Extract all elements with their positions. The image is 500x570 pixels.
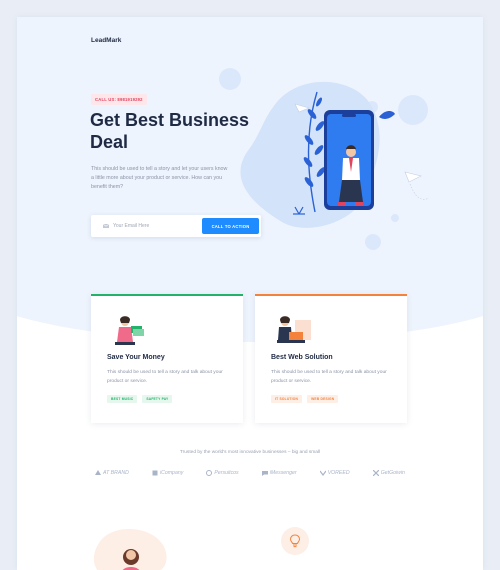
site-logo[interactable]: LeadMark bbox=[91, 37, 121, 44]
brand-logo[interactable]: GetGoiwin bbox=[372, 470, 405, 476]
brand-logo[interactable]: iMessenger bbox=[261, 470, 297, 476]
brand-name: iMessenger bbox=[269, 470, 297, 476]
brand-name: AT BRAND bbox=[103, 470, 129, 476]
tag-badge[interactable]: SAFETY PAY bbox=[142, 395, 173, 403]
card-text: This should be used to tell a story and … bbox=[107, 370, 223, 384]
brand-mark-icon bbox=[261, 471, 268, 476]
feature-card-save-money[interactable]: Save Your Money This should be used to t… bbox=[91, 294, 243, 423]
decor-circle bbox=[391, 214, 399, 222]
call-us-badge: CALL US: 8981919292 bbox=[91, 94, 147, 105]
email-input[interactable] bbox=[113, 223, 195, 229]
feature-card-web-solution[interactable]: Best Web Solution This should be used to… bbox=[255, 294, 407, 423]
landing-page: LeadMark CALL US: 8981919292 Get Best Bu… bbox=[17, 17, 483, 570]
brand-name: iCompany bbox=[159, 470, 184, 476]
card-tags: IT SOLUTION WEB DESIGN bbox=[271, 395, 339, 403]
bulb-icon-circle bbox=[281, 527, 309, 555]
brand-logo[interactable]: VOREED bbox=[319, 470, 350, 476]
mail-icon bbox=[103, 224, 109, 228]
person-with-laptop-illustration bbox=[277, 316, 311, 343]
brand-name: VOREED bbox=[327, 470, 350, 476]
trusted-by-text: Trusted by the world's most innovative b… bbox=[179, 450, 321, 455]
tag-badge[interactable]: BEST MUSIC bbox=[107, 395, 138, 403]
card-title: Best Web Solution bbox=[271, 354, 333, 361]
brand-mark-icon bbox=[152, 470, 158, 476]
brand-logos: AT BRAND iCompany Persuitcos iMessenger … bbox=[95, 470, 405, 476]
phone-illustration bbox=[219, 68, 430, 250]
bottom-illustration bbox=[94, 529, 167, 570]
brand-mark-icon bbox=[319, 470, 326, 476]
paper-plane bbox=[404, 171, 422, 183]
tag-badge[interactable]: IT SOLUTION bbox=[271, 395, 303, 403]
brand-name: Persuitcos bbox=[214, 470, 239, 476]
brand-mark-icon bbox=[206, 470, 213, 476]
card-tags: BEST MUSIC SAFETY PAY bbox=[107, 395, 173, 403]
woman-with-money-illustration bbox=[115, 316, 144, 345]
brand-logo[interactable]: AT BRAND bbox=[95, 470, 129, 476]
decor-circle bbox=[365, 234, 381, 250]
leaf bbox=[379, 110, 395, 119]
card-title: Save Your Money bbox=[107, 354, 165, 361]
card-text: This should be used to tell a story and … bbox=[271, 370, 387, 384]
light-bulb-icon bbox=[289, 534, 301, 548]
brand-mark-icon bbox=[372, 470, 379, 476]
decor-circle bbox=[219, 68, 241, 90]
brand-logo[interactable]: Persuitcos bbox=[206, 470, 239, 476]
brand-logo[interactable]: iCompany bbox=[152, 470, 183, 476]
brand-name: GetGoiwin bbox=[380, 470, 405, 476]
tag-badge[interactable]: WEB DESIGN bbox=[307, 395, 339, 403]
decor-circle bbox=[398, 95, 428, 125]
brand-mark-icon bbox=[95, 470, 101, 475]
